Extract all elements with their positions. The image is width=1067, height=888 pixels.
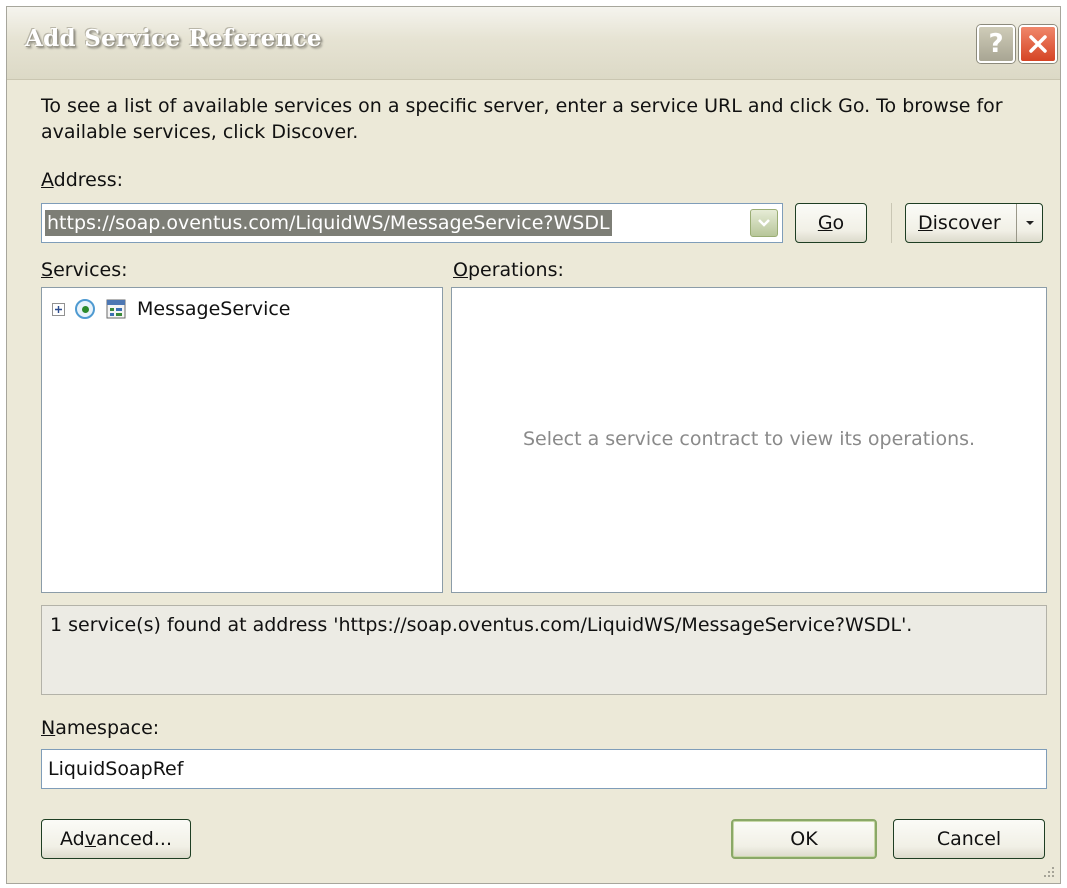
ok-button[interactable]: OK [731, 819, 877, 859]
dialog-title: Add Service Reference [25, 25, 322, 52]
title-bar[interactable]: Add Service Reference ? [7, 7, 1060, 80]
address-input[interactable]: https://soap.oventus.com/LiquidWS/Messag… [45, 210, 612, 236]
services-label: Services: [41, 259, 128, 281]
help-icon: ? [988, 29, 1004, 59]
address-dropdown-button[interactable] [750, 209, 778, 237]
discover-button-label: Discover [918, 212, 1001, 234]
services-tree[interactable]: MessageService [41, 287, 443, 593]
advanced-button[interactable]: Ad v anced... [41, 819, 191, 859]
close-icon [1029, 35, 1047, 53]
namespace-label: Namespace: [41, 717, 160, 739]
add-service-reference-dialog: Add Service Reference ? To see a list of… [6, 6, 1061, 884]
close-button[interactable] [1019, 25, 1057, 63]
address-label: Address: [41, 169, 124, 191]
instructions-text: To see a list of available services on a… [41, 95, 1003, 143]
discover-split-button[interactable]: Discover [905, 203, 1043, 243]
cancel-button[interactable]: Cancel [893, 819, 1045, 859]
service-name: MessageService [137, 298, 291, 320]
operations-placeholder: Select a service contract to view its op… [522, 428, 976, 450]
toolbar-separator [891, 203, 892, 243]
operations-list[interactable]: Select a service contract to view its op… [451, 287, 1047, 593]
resize-grip-icon[interactable] [1040, 863, 1056, 879]
help-button[interactable]: ? [977, 25, 1015, 63]
service-icon [106, 299, 126, 319]
operations-label: Operations: [453, 259, 564, 281]
namespace-input[interactable]: LiquidSoapRef [41, 749, 1047, 789]
selected-service-radio-icon[interactable] [75, 299, 95, 319]
tree-node-messageservice[interactable]: MessageService [52, 296, 291, 322]
status-box: 1 service(s) found at address 'https://s… [41, 605, 1047, 695]
status-message: 1 service(s) found at address 'https://s… [50, 614, 913, 636]
go-button[interactable]: Go [795, 203, 867, 243]
expand-icon[interactable] [52, 302, 65, 316]
address-combobox[interactable]: https://soap.oventus.com/LiquidWS/Messag… [41, 203, 783, 243]
discover-dropdown-arrow[interactable] [1016, 204, 1042, 242]
caret-down-icon [1025, 221, 1034, 225]
chevron-down-icon [758, 219, 770, 227]
